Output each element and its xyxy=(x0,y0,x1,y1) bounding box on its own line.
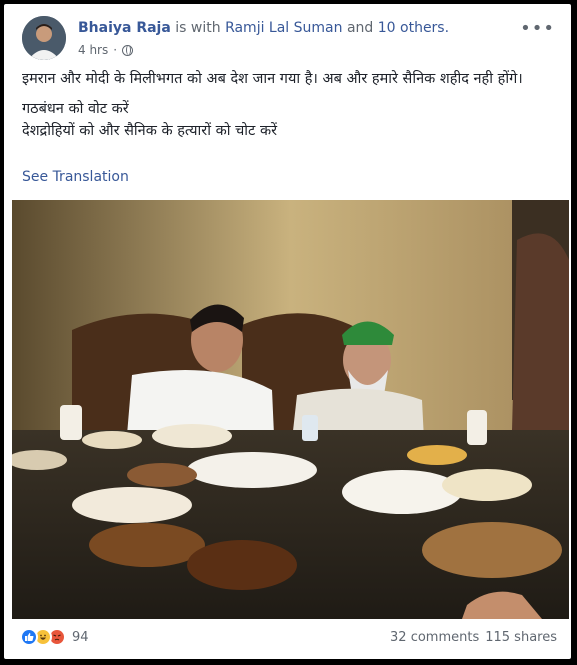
post-card: Bhaiya Raja is with Ramji Lal Suman and … xyxy=(4,4,571,659)
author-name[interactable]: Bhaiya Raja xyxy=(78,20,171,36)
see-translation-link[interactable]: See Translation xyxy=(22,169,129,185)
tagged-person-link[interactable]: Ramji Lal Suman xyxy=(225,20,342,36)
post-footer: 94 32 comments 115 shares xyxy=(20,626,557,650)
post-text: इमरान और मोदी के मिलीभगत को अब देश जान ग… xyxy=(22,68,552,150)
and-text: and xyxy=(342,20,378,36)
others-link[interactable]: 10 others. xyxy=(378,20,449,36)
post-stats: 32 comments 115 shares xyxy=(390,630,557,645)
post-header: Bhaiya Raja is with Ramji Lal Suman and … xyxy=(22,16,557,62)
reaction-count: 94 xyxy=(72,629,89,645)
post-meta: 4 hrs · xyxy=(78,43,134,57)
post-text-line: इमरान और मोदी के मिलीभगत को अब देश जान ग… xyxy=(22,71,523,87)
timestamp[interactable]: 4 hrs xyxy=(78,43,108,57)
post-text-line: देशद्रोहियों को और सैनिक के हत्यारों को … xyxy=(22,123,278,139)
post-text-line: गठबंधन को वोट करें xyxy=(22,101,129,117)
comments-count-link[interactable]: 32 comments xyxy=(390,630,479,645)
post-photo[interactable] xyxy=(12,200,569,619)
avatar[interactable] xyxy=(22,16,66,60)
globe-icon[interactable] xyxy=(122,44,134,56)
post-header-text: Bhaiya Raja is with Ramji Lal Suman and … xyxy=(78,20,449,36)
ellipsis-icon[interactable]: ••• xyxy=(520,18,555,39)
reactions-summary[interactable]: 94 xyxy=(20,628,89,646)
avatar-icon xyxy=(22,16,66,60)
with-text: is with xyxy=(170,20,226,36)
shares-count-link[interactable]: 115 shares xyxy=(485,630,557,645)
like-icon xyxy=(20,628,38,646)
